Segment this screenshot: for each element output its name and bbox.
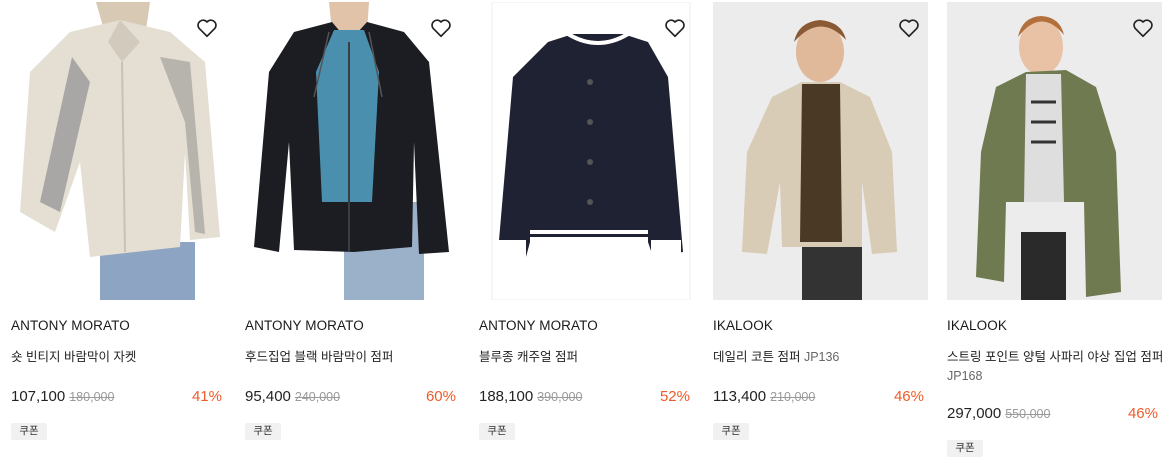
heart-outline-icon[interactable] <box>898 17 920 39</box>
price-row: 188,100 390,000 52% <box>479 388 690 408</box>
product-image[interactable] <box>468 2 694 300</box>
product-image[interactable] <box>936 2 1162 300</box>
product-image[interactable] <box>0 2 226 300</box>
discount-rate: 46% <box>893 388 924 405</box>
product-name[interactable]: 후드집업 블랙 바람막이 점퍼 <box>245 348 465 367</box>
product-title[interactable]: 숏 빈티지 바람막이 자켓 <box>11 350 136 364</box>
sale-price-value: 113,400 <box>713 388 767 405</box>
discount-rate: 46% <box>1127 405 1158 422</box>
brand-name[interactable]: IKALOOK <box>947 318 1007 333</box>
product-card[interactable]: IKALOOK 데일리 코튼 점퍼 JP136 113,400 210,000 4… <box>702 0 928 456</box>
brand-name[interactable]: ANTONY MORATO <box>479 318 598 333</box>
price-row: 95,400 240,000 60% <box>245 388 456 408</box>
heart-outline-icon[interactable] <box>664 17 686 39</box>
coupon-badge: 쿠폰 <box>713 423 749 440</box>
price-row: 297,000 550,000 46% <box>947 405 1158 425</box>
product-title[interactable]: 후드집업 블랙 바람막이 점퍼 <box>245 350 393 364</box>
coupon-badge: 쿠폰 <box>245 423 281 440</box>
product-title[interactable]: 스트링 포인트 양털 사파리 야상 집업 점퍼 <box>947 350 1163 364</box>
discount-rate: 60% <box>425 388 456 405</box>
product-title[interactable]: 블루종 캐주얼 점퍼 <box>479 350 578 364</box>
original-price: 390,000 <box>537 390 583 404</box>
sale-price: 188,100 390,000 <box>479 388 582 405</box>
original-price: 180,000 <box>69 390 115 404</box>
discount-rate: 41% <box>191 388 222 405</box>
product-image[interactable] <box>234 2 460 300</box>
sale-price-value: 188,100 <box>479 388 534 405</box>
product-name[interactable]: 블루종 캐주얼 점퍼 <box>479 348 699 367</box>
brand-name[interactable]: ANTONY MORATO <box>11 318 130 333</box>
heart-outline-icon[interactable] <box>1132 17 1154 39</box>
discount-rate: 52% <box>659 388 690 405</box>
coupon-badge: 쿠폰 <box>947 440 983 457</box>
heart-outline-icon[interactable] <box>196 17 218 39</box>
product-image[interactable] <box>702 2 928 300</box>
sale-price-value: 297,000 <box>947 405 1002 422</box>
sale-price: 107,100 180,000 <box>11 388 114 405</box>
sale-price: 95,400 240,000 <box>245 388 340 405</box>
product-card[interactable]: ANTONY MORATO 후드집업 블랙 바람막이 점퍼 95,400 240,… <box>234 0 460 456</box>
coupon-badge: 쿠폰 <box>11 423 47 440</box>
sale-price: 297,000 550,000 <box>947 405 1050 422</box>
product-name[interactable]: 데일리 코튼 점퍼 JP136 <box>713 348 933 367</box>
original-price: 550,000 <box>1005 407 1051 421</box>
original-price: 210,000 <box>770 390 816 404</box>
sale-price-value: 95,400 <box>245 388 291 405</box>
product-card[interactable]: ANTONY MORATO 숏 빈티지 바람막이 자켓 107,100 180,0… <box>0 0 226 456</box>
price-row: 107,100 180,000 41% <box>11 388 222 408</box>
product-code[interactable]: JP136 <box>804 350 839 364</box>
coupon-badge: 쿠폰 <box>479 423 515 440</box>
price-row: 113,400 210,000 46% <box>713 388 924 408</box>
original-price: 240,000 <box>294 390 341 404</box>
brand-name[interactable]: IKALOOK <box>713 318 773 333</box>
product-card[interactable]: IKALOOK 스트링 포인트 양털 사파리 야상 집업 점퍼 JP168 29… <box>936 0 1163 457</box>
product-name[interactable]: 스트링 포인트 양털 사파리 야상 집업 점퍼 JP168 <box>947 348 1167 386</box>
product-code[interactable]: JP168 <box>947 369 982 383</box>
sale-price: 113,400 210,000 <box>713 388 815 405</box>
brand-name[interactable]: ANTONY MORATO <box>245 318 364 333</box>
product-title[interactable]: 데일리 코튼 점퍼 <box>713 350 800 364</box>
heart-outline-icon[interactable] <box>430 17 452 39</box>
product-name[interactable]: 숏 빈티지 바람막이 자켓 <box>11 348 231 367</box>
product-card[interactable]: ANTONY MORATO 블루종 캐주얼 점퍼 188,100 390,000 … <box>468 0 694 456</box>
product-grid: ANTONY MORATO 숏 빈티지 바람막이 자켓 107,100 180,0… <box>0 0 1173 457</box>
sale-price-value: 107,100 <box>11 388 66 405</box>
